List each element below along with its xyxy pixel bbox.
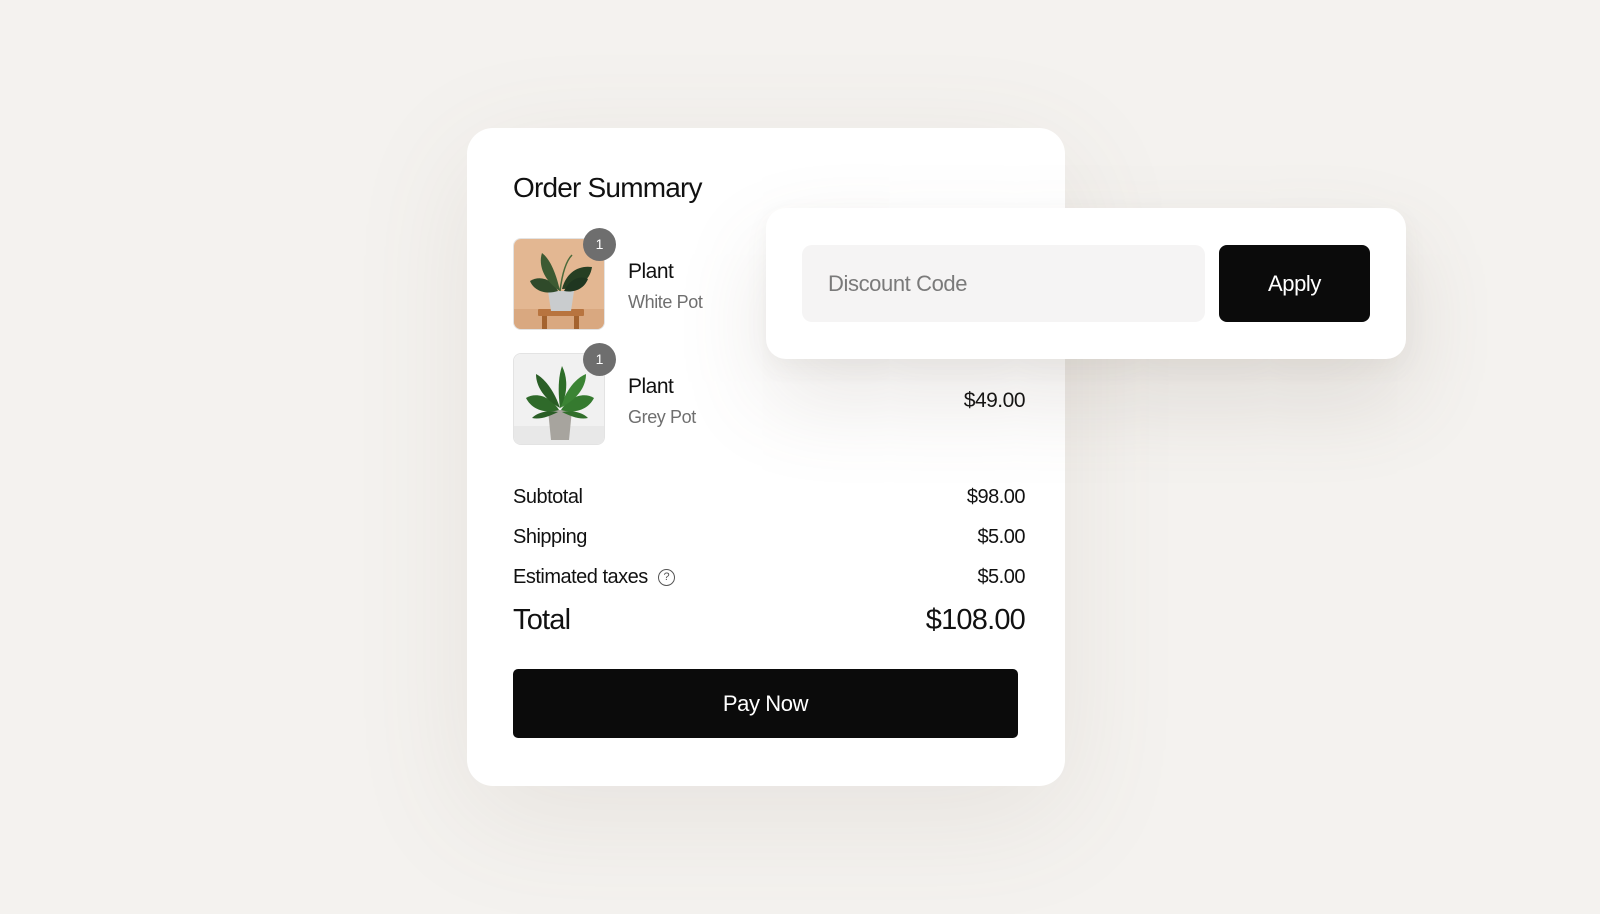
discount-code-card: Apply [766,208,1406,359]
subtotal-label: Subtotal [513,486,583,508]
item-variant: Grey Pot [628,407,696,427]
total-value: $108.00 [925,604,1026,636]
item-name: Plant [628,260,674,283]
shipping-label: Shipping [513,526,587,548]
help-circle-icon[interactable]: ? [657,569,675,586]
item-name: Plant [628,375,674,398]
apply-discount-button[interactable]: Apply [1219,245,1370,322]
taxes-label: Estimated taxes [513,566,648,588]
quantity-badge: 1 [583,228,616,261]
discount-code-input[interactable] [802,245,1205,322]
total-label: Total [513,604,571,636]
total-row: Total $108.00 [513,604,1026,637]
quantity-badge: 1 [583,343,616,376]
order-summary-title: Order Summary [513,172,703,203]
taxes-row: Estimated taxes ? $5.00 [513,566,1025,589]
pay-now-button[interactable]: Pay Now [513,669,1018,738]
subtotal-row: Subtotal $98.00 [513,486,1026,509]
item-price: $49.00 [963,389,1026,412]
shipping-value: $5.00 [977,526,1025,548]
taxes-value: $5.00 [977,566,1025,588]
subtotal-value: $98.00 [966,486,1026,508]
item-variant: White Pot [628,292,703,312]
shipping-row: Shipping $5.00 [513,526,1025,549]
cart-item-grey-pot: 1 Plant Grey Pot $49.00 [513,343,1026,445]
